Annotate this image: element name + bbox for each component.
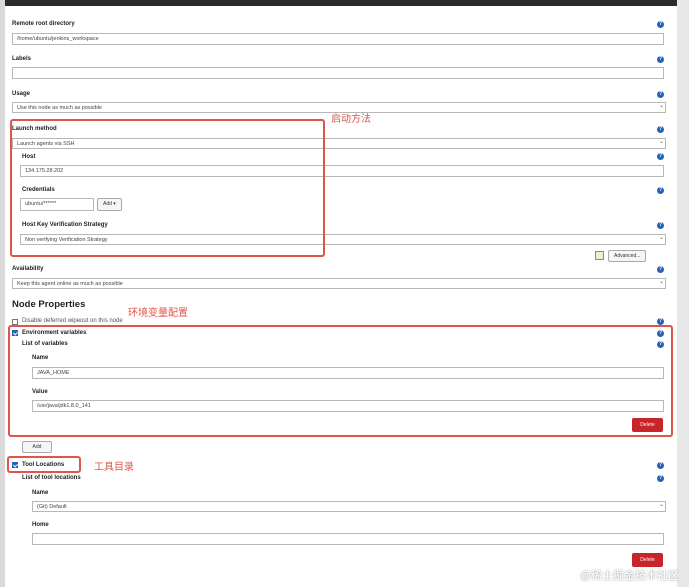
- help-icon[interactable]: ?: [657, 91, 664, 98]
- launch-highlight-box: [10, 119, 325, 257]
- chevron-down-icon: ⌄: [659, 502, 665, 508]
- help-icon[interactable]: ?: [657, 21, 664, 28]
- add-env-button[interactable]: Add: [22, 441, 52, 453]
- help-icon[interactable]: ?: [657, 126, 664, 133]
- tool-name-label: Name: [32, 490, 49, 496]
- labels-input[interactable]: [12, 67, 664, 79]
- availability-select[interactable]: Keep this agent online as much as possib…: [12, 278, 666, 289]
- chevron-down-icon: ⌄: [659, 139, 665, 145]
- chevron-down-icon: ⌄: [659, 279, 665, 285]
- help-icon[interactable]: ?: [657, 462, 664, 469]
- left-edge: [0, 0, 5, 587]
- remote-root-input[interactable]: /home/ubuntu/jenkins_workspace: [12, 33, 664, 45]
- disable-wipeout-label: Disable deferred wipeout on this node: [22, 318, 123, 324]
- tool-home-input[interactable]: [32, 533, 664, 545]
- tool-delete-button[interactable]: Delete: [632, 553, 663, 567]
- top-edge: [0, 0, 689, 6]
- env-highlight-box: [8, 325, 673, 437]
- notepad-icon: [595, 251, 604, 260]
- tool-locations-checkbox[interactable]: [12, 462, 18, 468]
- chevron-down-icon: ⌄: [659, 103, 665, 109]
- scrollbar[interactable]: [677, 0, 689, 587]
- tool-locations-label: Tool Locations: [22, 462, 65, 468]
- node-properties-title: Node Properties: [12, 299, 86, 310]
- launch-annotation: 启动方法: [331, 114, 371, 125]
- help-icon[interactable]: ?: [657, 56, 664, 63]
- help-icon[interactable]: ?: [657, 266, 664, 273]
- tool-list-label: List of tool locations: [22, 475, 81, 481]
- help-icon[interactable]: ?: [657, 475, 664, 482]
- env-annotation: 环境变量配置: [128, 308, 188, 319]
- labels-label: Labels: [12, 56, 32, 62]
- help-icon[interactable]: ?: [657, 187, 664, 194]
- tool-name-select[interactable]: (Git) Default: [32, 501, 666, 512]
- tool-home-label: Home: [32, 522, 49, 528]
- jenkins-node-config: Remote root directory ? /home/ubuntu/jen…: [0, 0, 689, 587]
- watermark: @稀土掘金技术社区: [579, 570, 679, 582]
- help-icon[interactable]: ?: [657, 222, 664, 229]
- help-icon[interactable]: ?: [657, 318, 664, 325]
- chevron-down-icon: ⌄: [659, 235, 665, 241]
- availability-label: Availability: [12, 266, 44, 272]
- help-icon[interactable]: ?: [657, 153, 664, 160]
- remote-root-label: Remote root directory: [12, 21, 75, 27]
- advanced-button[interactable]: Advanced...: [608, 250, 647, 262]
- usage-label: Usage: [12, 91, 31, 97]
- tools-annotation: 工具目录: [94, 462, 134, 473]
